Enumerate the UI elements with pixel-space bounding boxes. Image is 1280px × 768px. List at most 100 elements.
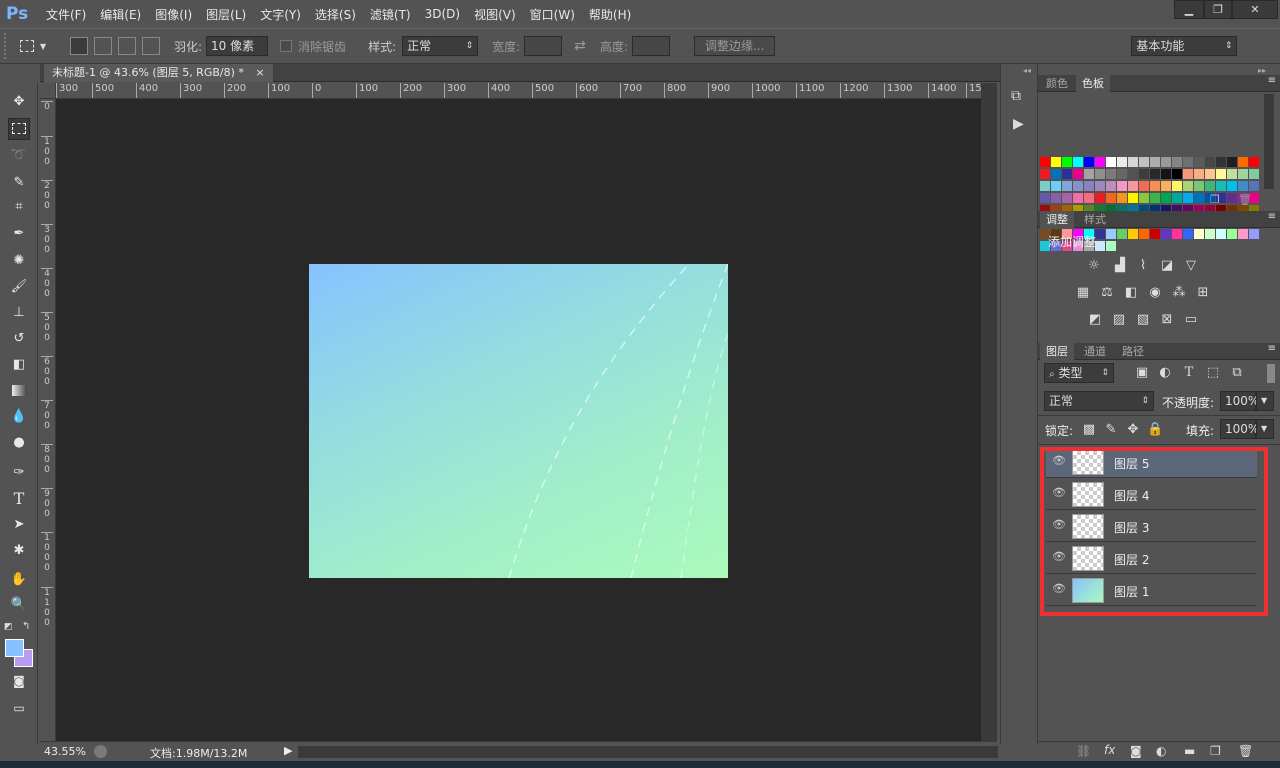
swatch[interactable] bbox=[1205, 169, 1215, 179]
delete-swatch-icon[interactable]: 🗑 bbox=[1238, 193, 1252, 206]
tab-paths[interactable]: 路径 bbox=[1116, 343, 1150, 360]
posterize-icon[interactable]: ▨ bbox=[1111, 312, 1127, 328]
lasso-tool-icon[interactable]: ➰ bbox=[8, 145, 30, 167]
swatch[interactable] bbox=[1205, 229, 1215, 239]
swatch[interactable] bbox=[1095, 193, 1105, 203]
swatch[interactable] bbox=[1128, 169, 1138, 179]
document-tab[interactable]: 未标题-1 @ 43.6% (图层 5, RGB/8) * × bbox=[44, 64, 273, 82]
swap-colors-icon[interactable]: ↰ bbox=[22, 621, 30, 632]
tab-styles[interactable]: 样式 bbox=[1078, 211, 1112, 228]
swatch[interactable] bbox=[1084, 169, 1094, 179]
menu-type[interactable]: 文字(Y) bbox=[260, 6, 301, 23]
photo-filter-icon[interactable]: ◉ bbox=[1147, 285, 1163, 301]
marquee-tool-icon[interactable] bbox=[8, 118, 30, 140]
swatch[interactable] bbox=[1161, 181, 1171, 191]
zoom-level[interactable]: 43.55% bbox=[44, 745, 86, 758]
pen-tool-icon[interactable]: ✑ bbox=[8, 462, 30, 484]
crop-tool-icon[interactable]: ⌗ bbox=[8, 196, 30, 218]
history-brush-icon[interactable]: ↺ bbox=[8, 328, 30, 350]
foreground-color-swatch[interactable] bbox=[5, 639, 24, 657]
swatch[interactable] bbox=[1062, 157, 1072, 167]
swatch[interactable] bbox=[1194, 169, 1204, 179]
history-panel-icon[interactable]: ⧉ bbox=[1011, 88, 1021, 104]
invert-icon[interactable]: ◩ bbox=[1087, 312, 1103, 328]
opacity-input[interactable]: 100% bbox=[1220, 391, 1259, 411]
gradient-map-icon[interactable]: ▭ bbox=[1183, 312, 1199, 328]
style-select[interactable]: 正常 ⇕ bbox=[402, 36, 479, 56]
swatch[interactable] bbox=[1249, 229, 1259, 239]
lock-position-icon[interactable]: ✥ bbox=[1125, 422, 1141, 438]
color-lookup-icon[interactable]: ⊞ bbox=[1195, 285, 1211, 301]
tab-layers[interactable]: 图层 bbox=[1040, 343, 1074, 360]
zoom-tool-icon[interactable]: 🔍 bbox=[8, 594, 30, 616]
status-info-icon[interactable] bbox=[94, 745, 107, 758]
swatch[interactable] bbox=[1183, 181, 1193, 191]
swatch[interactable] bbox=[1051, 193, 1061, 203]
swatch[interactable] bbox=[1150, 181, 1160, 191]
quick-mask-icon[interactable]: ◙ bbox=[8, 670, 30, 692]
eraser-tool-icon[interactable]: ◧ bbox=[8, 354, 30, 376]
fill-input[interactable]: 100% bbox=[1220, 419, 1259, 439]
tab-swatches[interactable]: 色板 bbox=[1076, 75, 1110, 92]
levels-icon[interactable]: ▟ bbox=[1112, 258, 1128, 274]
swatch[interactable] bbox=[1106, 169, 1116, 179]
panel-menu-icon[interactable]: ≡ bbox=[1268, 211, 1276, 222]
swatch[interactable] bbox=[1249, 169, 1259, 179]
threshold-icon[interactable]: ▧ bbox=[1135, 312, 1151, 328]
swatch[interactable] bbox=[1227, 229, 1237, 239]
swatch[interactable] bbox=[1095, 181, 1105, 191]
exposure-icon[interactable]: ◪ bbox=[1159, 258, 1175, 274]
type-tool-icon[interactable]: T bbox=[8, 488, 30, 510]
swatch[interactable] bbox=[1073, 169, 1083, 179]
close-window-button[interactable]: ✕ bbox=[1232, 0, 1278, 19]
swatch[interactable] bbox=[1084, 157, 1094, 167]
expand-dock-icon[interactable]: ◂◂ bbox=[1023, 66, 1031, 75]
add-selection-icon[interactable] bbox=[94, 37, 112, 55]
filter-adjust-icon[interactable]: ◐ bbox=[1157, 365, 1173, 381]
menu-3d[interactable]: 3D(D) bbox=[425, 7, 460, 21]
swatch[interactable] bbox=[1073, 157, 1083, 167]
swatch[interactable] bbox=[1161, 157, 1171, 167]
hue-saturation-icon[interactable]: ▦ bbox=[1075, 285, 1091, 301]
tab-channels[interactable]: 通道 bbox=[1078, 343, 1112, 360]
swatch[interactable] bbox=[1139, 229, 1149, 239]
intersect-selection-icon[interactable] bbox=[142, 37, 160, 55]
swatch[interactable] bbox=[1172, 181, 1182, 191]
swatch[interactable] bbox=[1150, 229, 1160, 239]
fill-dropdown-icon[interactable]: ▼ bbox=[1256, 419, 1274, 439]
swatch[interactable] bbox=[1150, 157, 1160, 167]
canvas-workspace[interactable] bbox=[56, 99, 981, 741]
curves-icon[interactable]: ⌇ bbox=[1135, 258, 1151, 274]
swatch[interactable] bbox=[1040, 169, 1050, 179]
menu-window[interactable]: 窗口(W) bbox=[530, 6, 575, 23]
swatch[interactable] bbox=[1040, 181, 1050, 191]
swatch[interactable] bbox=[1150, 193, 1160, 203]
move-tool-icon[interactable]: ✥ bbox=[8, 91, 30, 113]
swatch[interactable] bbox=[1139, 169, 1149, 179]
swatch[interactable] bbox=[1139, 193, 1149, 203]
swatch[interactable] bbox=[1194, 229, 1204, 239]
swatch[interactable] bbox=[1183, 193, 1193, 203]
color-balance-icon[interactable]: ⚖ bbox=[1099, 285, 1115, 301]
menu-file[interactable]: 文件(F) bbox=[46, 6, 86, 23]
swatch[interactable] bbox=[1205, 181, 1215, 191]
swatch[interactable] bbox=[1062, 169, 1072, 179]
swatch[interactable] bbox=[1062, 193, 1072, 203]
menu-image[interactable]: 图像(I) bbox=[155, 6, 192, 23]
opacity-dropdown-icon[interactable]: ▼ bbox=[1256, 391, 1274, 411]
black-white-icon[interactable]: ◧ bbox=[1123, 285, 1139, 301]
tab-adjustments[interactable]: 调整 bbox=[1040, 211, 1074, 228]
path-selection-icon[interactable]: ➤ bbox=[8, 514, 30, 536]
default-colors-icon[interactable]: ◩ bbox=[4, 622, 13, 632]
workspace-select[interactable]: 基本功能 ⇕ bbox=[1131, 36, 1238, 56]
swatch[interactable] bbox=[1117, 193, 1127, 203]
swatch[interactable] bbox=[1139, 157, 1149, 167]
swatch[interactable] bbox=[1139, 181, 1149, 191]
swatch[interactable] bbox=[1238, 157, 1248, 167]
swatch[interactable] bbox=[1106, 229, 1116, 239]
subtract-selection-icon[interactable] bbox=[118, 37, 136, 55]
document-canvas[interactable] bbox=[309, 264, 728, 578]
swatch[interactable] bbox=[1040, 193, 1050, 203]
swatch[interactable] bbox=[1051, 181, 1061, 191]
swatch[interactable] bbox=[1227, 157, 1237, 167]
